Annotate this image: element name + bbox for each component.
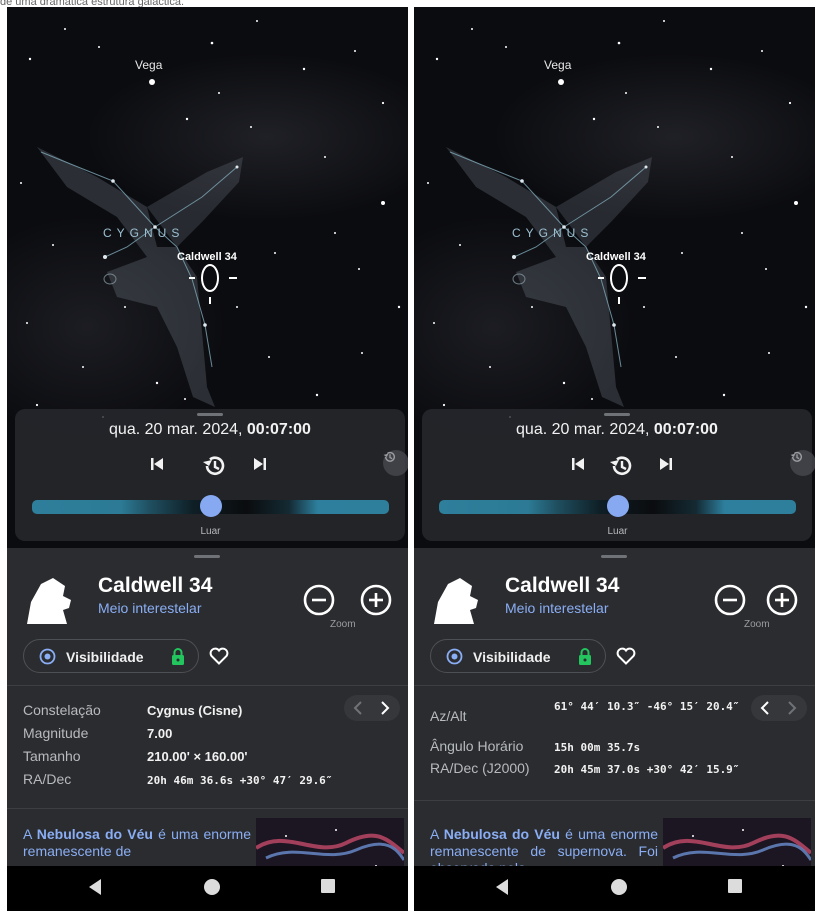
date-time-text[interactable]: qua. 20 mar. 2024, 00:07:00: [422, 421, 812, 439]
info-pager: [751, 695, 807, 721]
info-label: Tamanho: [23, 748, 81, 764]
divider: [7, 685, 408, 686]
info-label: Magnitude: [23, 725, 89, 741]
history-icon[interactable]: [609, 453, 639, 483]
visibility-button[interactable]: Visibilidade: [23, 639, 199, 673]
object-type-link[interactable]: Meio interestelar: [98, 600, 202, 616]
heart-icon[interactable]: [209, 647, 229, 670]
nebula-icon: [23, 574, 75, 629]
visibility-label: Visibilidade: [473, 649, 551, 665]
object-title: Caldwell 34: [505, 574, 620, 597]
desc-prefix: A: [430, 826, 444, 842]
minus-circle-icon[interactable]: [714, 584, 746, 621]
history-icon[interactable]: [383, 450, 408, 476]
constellation-label[interactable]: CYGNUS: [512, 226, 593, 240]
time-panel-handle[interactable]: [604, 413, 630, 416]
nav-home-icon[interactable]: [203, 878, 221, 901]
skip-previous-icon[interactable]: [571, 457, 593, 479]
divider: [414, 800, 815, 801]
star-label-vega[interactable]: Vega: [544, 58, 571, 72]
nebula-icon: [430, 574, 482, 629]
info-value: 210.00' × 160.00': [147, 749, 248, 764]
info-value: 7.00: [147, 726, 173, 741]
time-text: 00:07:00: [653, 421, 718, 438]
slider-label: Luar: [200, 526, 221, 537]
sky-view[interactable]: Vega CYGNUS Caldwell 34 qua. 20 mar. 202…: [414, 7, 815, 548]
desc-prefix: A: [23, 826, 37, 842]
plus-circle-icon[interactable]: [766, 584, 798, 621]
lock-icon: [578, 648, 592, 670]
date-time-text[interactable]: qua. 20 mar. 2024, 00:07:00: [15, 421, 405, 439]
history-icon[interactable]: [202, 453, 232, 483]
info-label: RA/Dec (J2000): [430, 760, 530, 776]
android-navbar: [414, 866, 815, 911]
phone-screen-left: Vega CYGNUS Caldwell 34 qua. 20 mar. 202…: [7, 7, 408, 911]
moonlight-slider-thumb[interactable]: [606, 495, 629, 517]
slider-label: Luar: [607, 526, 628, 537]
moonlight-slider-thumb[interactable]: [199, 495, 222, 517]
history-icon[interactable]: [790, 450, 815, 476]
object-label[interactable]: Caldwell 34: [586, 251, 646, 263]
heart-icon[interactable]: [616, 647, 636, 670]
skip-next-icon[interactable]: [659, 457, 681, 479]
sheet-handle[interactable]: [194, 555, 220, 558]
skip-next-icon[interactable]: [253, 457, 275, 479]
nav-home-icon[interactable]: [610, 878, 628, 901]
divider: [414, 685, 815, 686]
plus-circle-icon[interactable]: [360, 584, 392, 621]
lock-icon: [171, 648, 185, 670]
info-label: Ângulo Horário: [430, 738, 524, 754]
date-text: qua. 20 mar. 2024,: [109, 421, 247, 438]
desc-link[interactable]: Nebulosa do Véu: [444, 826, 560, 842]
zoom-label: Zoom: [744, 619, 770, 630]
visibility-label: Visibilidade: [66, 649, 144, 665]
sheet-handle[interactable]: [601, 555, 627, 558]
phone-screen-right: Vega CYGNUS Caldwell 34 qua. 20 mar. 202…: [414, 7, 815, 911]
divider: [7, 808, 408, 809]
nav-recents-icon[interactable]: [320, 878, 336, 899]
chevron-right-icon[interactable]: [787, 700, 797, 721]
info-label: Constelação: [23, 702, 101, 718]
info-label: RA/Dec: [23, 771, 72, 787]
object-label[interactable]: Caldwell 34: [177, 251, 237, 263]
chevron-right-icon[interactable]: [380, 700, 390, 721]
object-title: Caldwell 34: [98, 574, 213, 597]
android-navbar: [7, 866, 408, 911]
date-text: qua. 20 mar. 2024,: [516, 421, 654, 438]
object-sheet: Caldwell 34 Meio interestelar Zoom Visib…: [414, 548, 815, 878]
chevron-left-icon[interactable]: [353, 700, 363, 721]
description-text: A Nebulosa do Véu é uma enorme remanesce…: [23, 826, 251, 860]
constellation-label[interactable]: CYGNUS: [103, 226, 184, 240]
info-value: 61° 44′ 10.3″ -46° 15′ 20.4″: [554, 700, 740, 713]
info-value[interactable]: Cygnus (Cisne): [147, 703, 242, 718]
visibility-button[interactable]: Visibilidade: [430, 639, 606, 673]
radio-icon: [446, 648, 463, 670]
star-label-vega[interactable]: Vega: [135, 58, 162, 72]
minus-circle-icon[interactable]: [303, 584, 335, 621]
nav-back-icon[interactable]: [87, 878, 103, 901]
info-pager: [344, 695, 400, 721]
object-sheet: Caldwell 34 Meio interestelar Zoom Visib…: [7, 548, 408, 878]
radio-icon: [39, 648, 56, 670]
object-type-link[interactable]: Meio interestelar: [505, 600, 609, 616]
nav-back-icon[interactable]: [494, 878, 510, 901]
nav-recents-icon[interactable]: [727, 878, 743, 899]
chevron-left-icon[interactable]: [760, 700, 770, 721]
info-value: 20h 45m 37.0s +30° 42′ 15.9″: [554, 763, 740, 776]
info-value: 20h 46m 36.6s +30° 47′ 29.6″: [147, 774, 333, 787]
zoom-label: Zoom: [330, 619, 356, 630]
sky-view[interactable]: Vega CYGNUS Caldwell 34 qua. 20 mar. 202…: [7, 7, 408, 548]
time-panel: qua. 20 mar. 2024, 00:07:00 Luar: [15, 409, 405, 541]
time-panel-handle[interactable]: [197, 413, 223, 416]
skip-previous-icon[interactable]: [150, 457, 172, 479]
time-panel: qua. 20 mar. 2024, 00:07:00 Luar: [422, 409, 812, 541]
time-text: 00:07:00: [246, 421, 311, 438]
info-value: 15h 00m 35.7s: [554, 741, 641, 754]
info-label: Az/Alt: [430, 708, 467, 724]
desc-link[interactable]: Nebulosa do Véu: [37, 826, 153, 842]
